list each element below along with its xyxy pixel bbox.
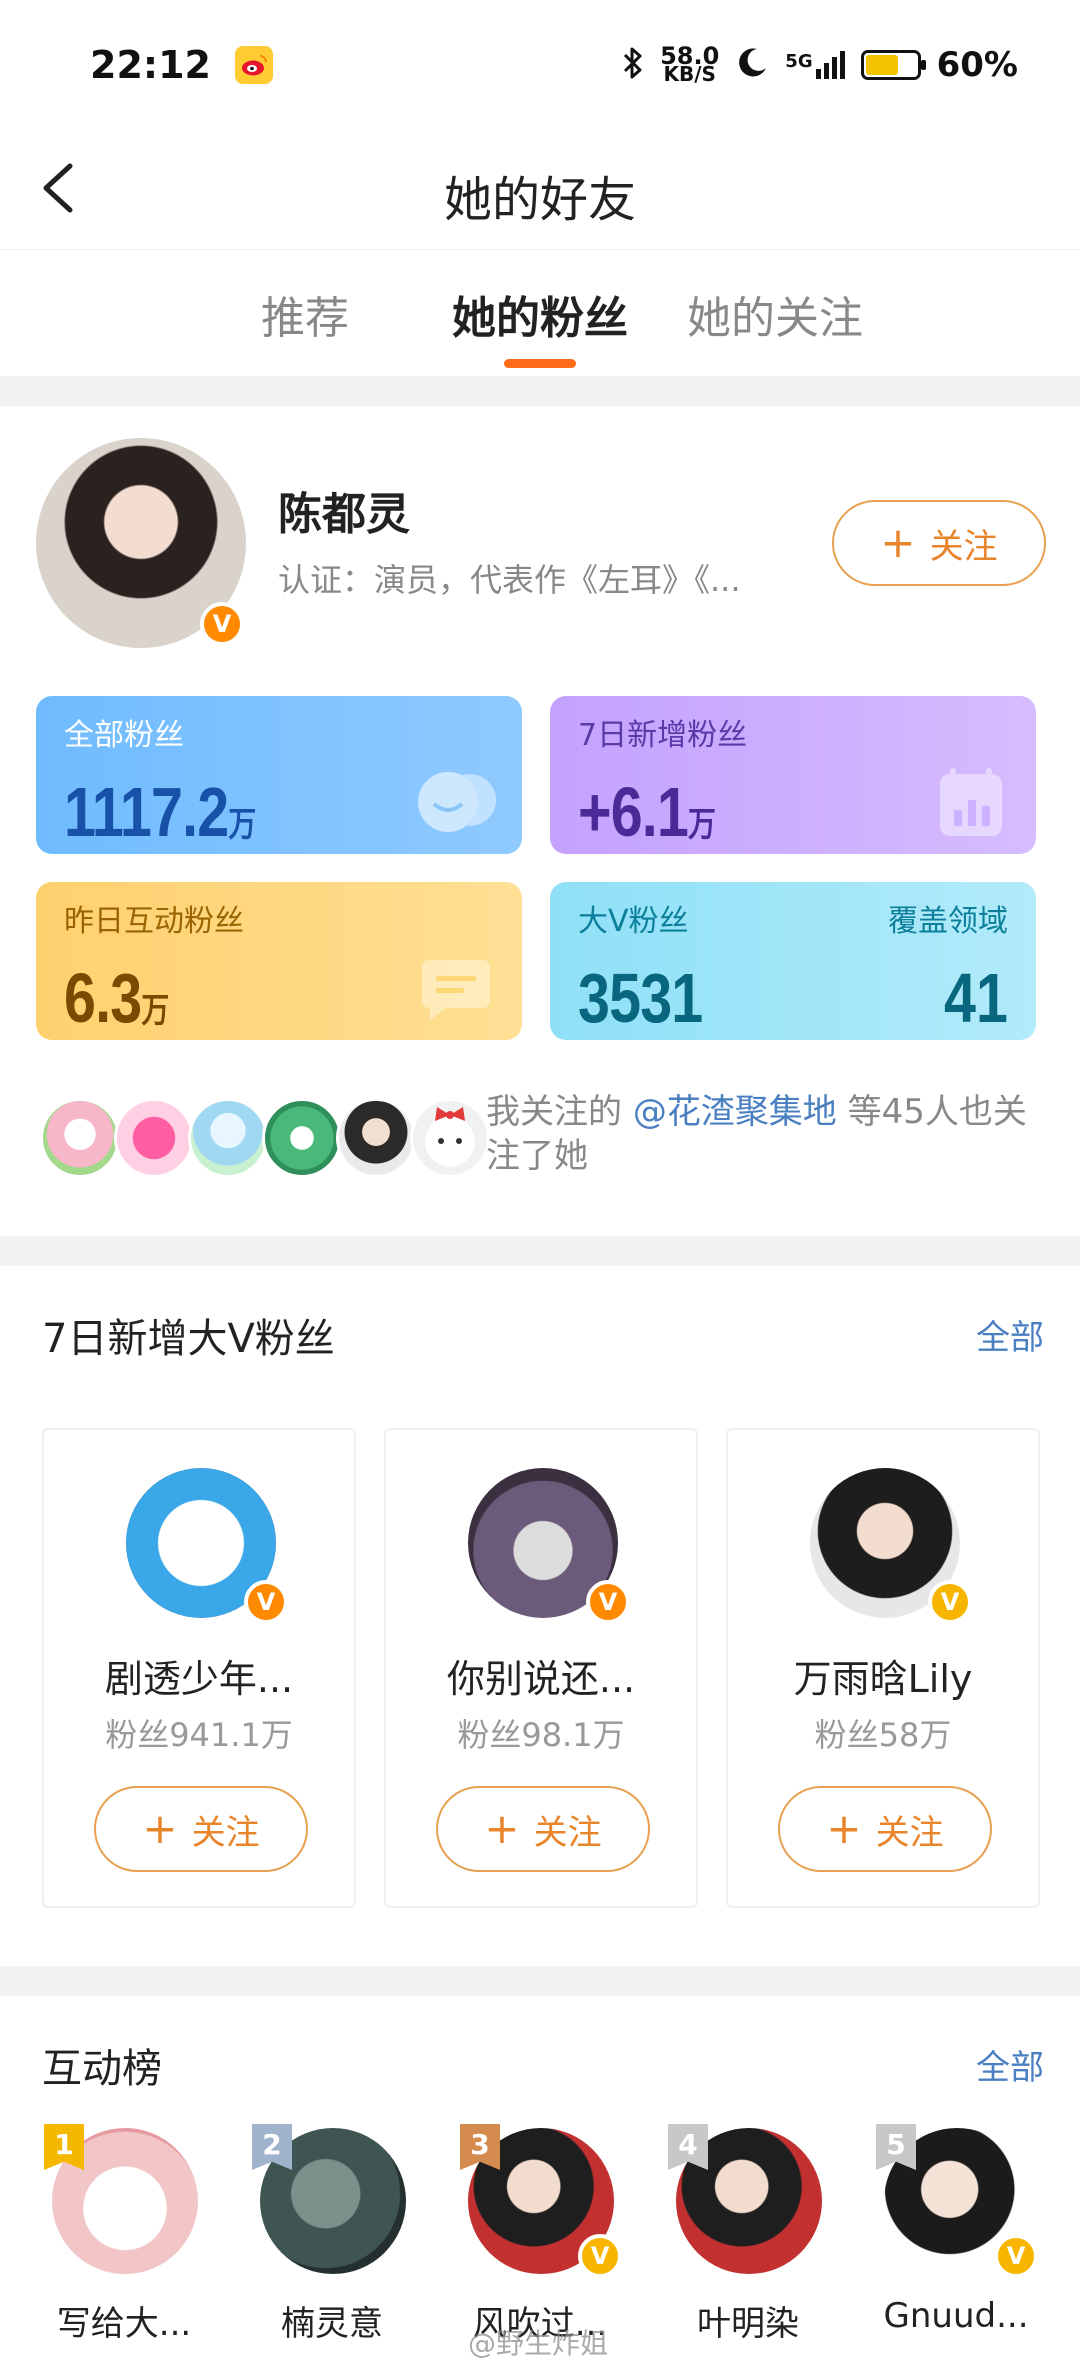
follow-button[interactable]: + 关注: [778, 1786, 992, 1872]
divider: [0, 1966, 1080, 1996]
net-speed-unit: KB/S: [663, 62, 716, 86]
follow-label: 关注: [191, 1812, 260, 1853]
fan-count: 粉丝941.1万: [105, 1716, 293, 1754]
page-title: 她的好友: [443, 172, 636, 228]
stat-label: 昨日互动粉丝: [64, 904, 244, 939]
stat-unit: 万: [228, 806, 256, 844]
divider: [0, 1236, 1080, 1266]
watermark: @野生炸姐: [468, 2327, 609, 2360]
net-speed: 58.0 KB/S: [660, 44, 719, 86]
verified-badge-icon: V: [244, 1580, 288, 1624]
follow-button[interactable]: + 关注: [436, 1786, 650, 1872]
battery-percent: 60%: [936, 45, 1018, 85]
plus-icon: +: [880, 518, 916, 567]
ranking-all-link[interactable]: 全部: [976, 2040, 1044, 2089]
cell-signal-icon: 5G: [785, 51, 845, 79]
fan-name[interactable]: 剧透少年...: [44, 1648, 354, 1703]
fan-count: 粉丝98.1万: [457, 1716, 625, 1754]
mutual-avatar[interactable]: [40, 1098, 120, 1178]
section-title-big-v: 7日新增大V粉丝: [42, 1316, 335, 1362]
fan-count: 粉丝58万: [814, 1716, 952, 1754]
stat-number: 1117.2: [64, 773, 229, 851]
stat-total-fans[interactable]: 全部粉丝 1117.2万: [36, 696, 522, 854]
battery-icon: [860, 50, 926, 80]
rank-name[interactable]: 叶明染: [648, 2296, 848, 2345]
stat-coverage-value: 41: [944, 959, 1008, 1037]
plus-icon: +: [484, 1804, 520, 1853]
mutual-avatar[interactable]: [336, 1098, 416, 1178]
tab-her-fans[interactable]: 她的粉丝: [423, 250, 658, 376]
follow-label: 关注: [533, 1812, 602, 1853]
rank-name[interactable]: 写给大...: [24, 2296, 224, 2345]
follow-label: 关注: [875, 1812, 944, 1853]
rank-name[interactable]: Gnuud...: [856, 2296, 1056, 2336]
bluetooth-icon: [622, 46, 644, 84]
verified-badge-icon: V: [586, 1580, 630, 1624]
stat-label: 全部粉丝: [64, 718, 184, 753]
mutual-friends-text: 我关注的 @花渣聚集地 等45人也关注了她: [486, 1090, 1046, 1178]
fan-card[interactable]: V 你别说还... 粉丝98.1万 + 关注: [384, 1428, 698, 1908]
fan-card[interactable]: V 万雨晗Lily 粉丝58万 + 关注: [726, 1428, 1040, 1908]
tab-recommend[interactable]: 推荐: [188, 250, 423, 376]
follow-button[interactable]: + 关注: [832, 500, 1046, 586]
stat-label: 7日新增粉丝: [578, 718, 748, 753]
plus-icon: +: [826, 1804, 862, 1853]
network-type: 5G: [785, 51, 813, 72]
moon-icon: [735, 46, 769, 84]
status-bar: 22:12 58.0 KB/S 5G 60%: [0, 0, 1080, 130]
mutual-avatar[interactable]: [114, 1098, 194, 1178]
stat-interactive-fans[interactable]: 昨日互动粉丝 6.3万: [36, 882, 522, 1040]
mutual-prefix: 我关注的: [486, 1092, 633, 1132]
plus-icon: +: [142, 1804, 178, 1853]
stat-number: 6.3: [64, 959, 142, 1037]
verified-badge-icon: V: [578, 2234, 622, 2278]
section-title-ranking: 互动榜: [42, 2046, 162, 2092]
mutual-avatar[interactable]: [262, 1098, 342, 1178]
stat-value: 6.3万: [64, 958, 169, 1038]
stat-new-fans-7d[interactable]: 7日新增粉丝 +6.1万: [550, 696, 1036, 854]
stat-unit: 万: [688, 806, 716, 844]
tab-her-following[interactable]: 她的关注: [658, 250, 893, 376]
fan-card[interactable]: V 剧透少年... 粉丝941.1万 + 关注: [42, 1428, 356, 1908]
big-v-all-link[interactable]: 全部: [976, 1310, 1044, 1359]
rank-name[interactable]: 楠灵意: [232, 2296, 432, 2345]
verified-badge-icon: V: [928, 1580, 972, 1624]
tab-bar: 推荐 她的粉丝 她的关注: [0, 250, 1080, 376]
mutual-user-link[interactable]: @花渣聚集地: [633, 1092, 837, 1132]
stat-value: 3531: [578, 959, 703, 1037]
stat-value: +6.1万: [578, 772, 716, 852]
chat-bubbles-icon: [418, 772, 496, 832]
stat-big-v-fans[interactable]: 大V粉丝 覆盖领域 3531 41: [550, 882, 1036, 1040]
stat-number: +6.1: [578, 773, 689, 851]
comment-icon: [422, 960, 490, 1020]
mutual-avatar[interactable]: [188, 1098, 268, 1178]
stat-value: 1117.2万: [64, 772, 256, 852]
bow-icon: [435, 1107, 465, 1144]
stat-coverage-label: 覆盖领域: [888, 904, 1008, 939]
weibo-app-icon: [234, 46, 273, 84]
fan-name[interactable]: 你别说还...: [386, 1648, 696, 1703]
profile-certification: 认证：演员，代表作《左耳》《...: [278, 561, 741, 599]
follow-label: 关注: [929, 526, 998, 567]
profile-name[interactable]: 陈都灵: [278, 478, 410, 542]
calendar-chart-icon: [940, 768, 1002, 836]
verified-badge-icon: V: [994, 2234, 1038, 2278]
follow-button[interactable]: + 关注: [94, 1786, 308, 1872]
fan-name[interactable]: 万雨晗Lily: [728, 1648, 1038, 1703]
status-time: 22:12: [90, 43, 211, 87]
verified-badge-icon: V: [200, 602, 244, 646]
divider: [0, 376, 1080, 406]
stat-unit: 万: [141, 992, 169, 1030]
nav-bar: 她的好友: [0, 130, 1080, 250]
mutual-avatar[interactable]: [410, 1098, 490, 1178]
